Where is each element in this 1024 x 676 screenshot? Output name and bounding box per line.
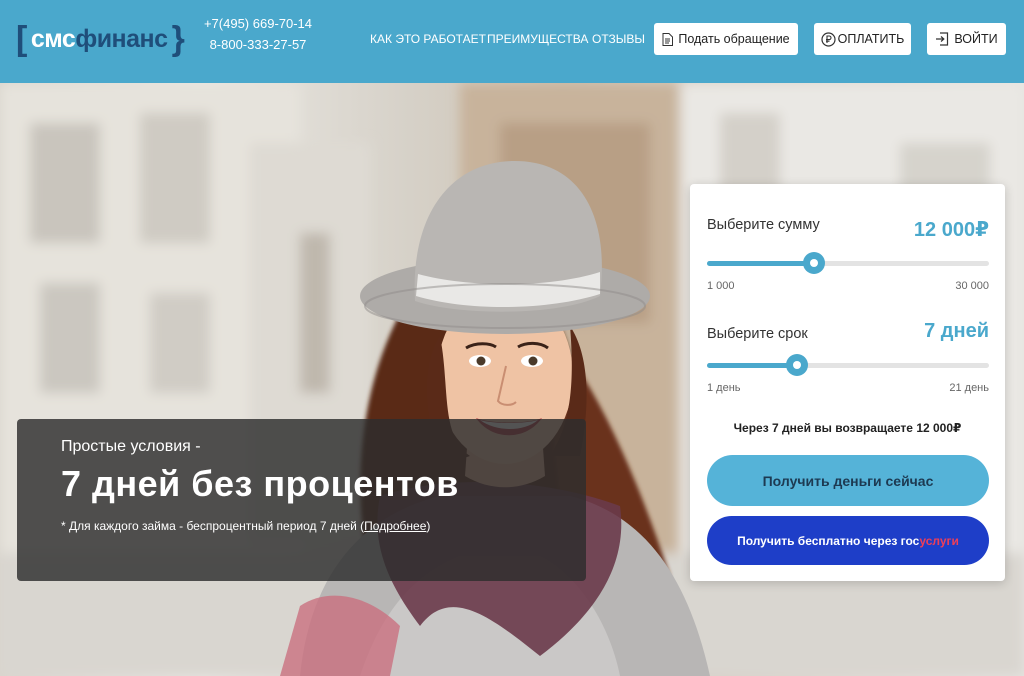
submit-appeal-label: Подать обращение [678, 32, 790, 46]
loan-calculator: Выберите сумму 12 000₽ 1 000 30 000 Выбе… [690, 184, 1005, 581]
term-slider-handle[interactable] [786, 354, 809, 376]
pay-button[interactable]: ОПЛАТИТЬ [814, 23, 911, 55]
amount-slider-fill [707, 261, 815, 266]
phone-numbers: +7(495) 669-70-14 8-800-333-27-57 [200, 13, 316, 55]
login-label: ВОЙТИ [954, 32, 998, 46]
gosuslugi-label-suffix: услуги [919, 533, 959, 548]
phone-moscow[interactable]: +7(495) 669-70-14 [200, 13, 316, 34]
nav-how-it-works[interactable]: КАК ЭТО РАБОТАЕТ [370, 32, 486, 46]
promo-note: * Для каждого займа - беспроцентный пери… [61, 519, 430, 533]
term-value: 7 дней [924, 320, 989, 342]
get-money-label: Получить деньги сейчас [762, 472, 934, 489]
login-icon [936, 32, 949, 46]
amount-slider-handle[interactable] [803, 252, 826, 274]
amount-min: 1 000 [707, 280, 735, 292]
ruble-coin-icon [821, 31, 836, 47]
pay-label: ОПЛАТИТЬ [837, 32, 905, 46]
amount-label: Выберите сумму [707, 217, 820, 233]
amount-slider[interactable] [707, 252, 989, 274]
promo-panel: Простые условия - 7 дней без процентов *… [17, 419, 586, 581]
term-slider-fill [707, 363, 798, 368]
promo-subtitle: Простые условия - [61, 438, 201, 455]
promo-note-text: * Для каждого займа - беспроцентный пери… [61, 519, 365, 533]
promo-note-end: ) [426, 519, 431, 533]
hero-woman-photo [280, 161, 710, 676]
nav-reviews[interactable]: ОТЗЫВЫ [592, 32, 645, 46]
logo-sms: смс [30, 24, 76, 53]
repayment-summary: Через 7 дней вы возвращаете 12 000₽ [733, 421, 962, 435]
site-header: [ смс финанс } +7(495) 669-70-14 8-800-3… [0, 0, 1024, 83]
promo-title: 7 дней без процентов [61, 463, 459, 504]
term-min: 1 день [707, 382, 741, 394]
term-slider[interactable] [707, 354, 989, 376]
nav-advantages[interactable]: ПРЕИМУЩЕСТВА [487, 32, 588, 46]
term-label: Выберите срок [707, 326, 808, 342]
logo-brace-left: [ [16, 20, 27, 58]
submit-appeal-button[interactable]: Подать обращение [654, 23, 798, 55]
document-icon [662, 32, 674, 46]
logo-brace-right: } [171, 20, 185, 58]
gosuslugi-button[interactable]: Получить бесплатно через гос услуги [707, 516, 989, 565]
amount-value: 12 000₽ [913, 219, 989, 241]
login-button[interactable]: ВОЙТИ [927, 23, 1006, 55]
logo[interactable]: [ смс финанс } [16, 20, 185, 58]
gosuslugi-label-prefix: Получить бесплатно через гос [737, 533, 920, 548]
phone-hotline[interactable]: 8-800-333-27-57 [200, 34, 316, 55]
amount-max: 30 000 [955, 280, 989, 292]
term-max: 21 день [949, 382, 989, 394]
promo-more-link[interactable]: Подробнее [364, 519, 426, 533]
logo-finans: финанс [75, 24, 168, 53]
get-money-button[interactable]: Получить деньги сейчас [707, 455, 989, 506]
